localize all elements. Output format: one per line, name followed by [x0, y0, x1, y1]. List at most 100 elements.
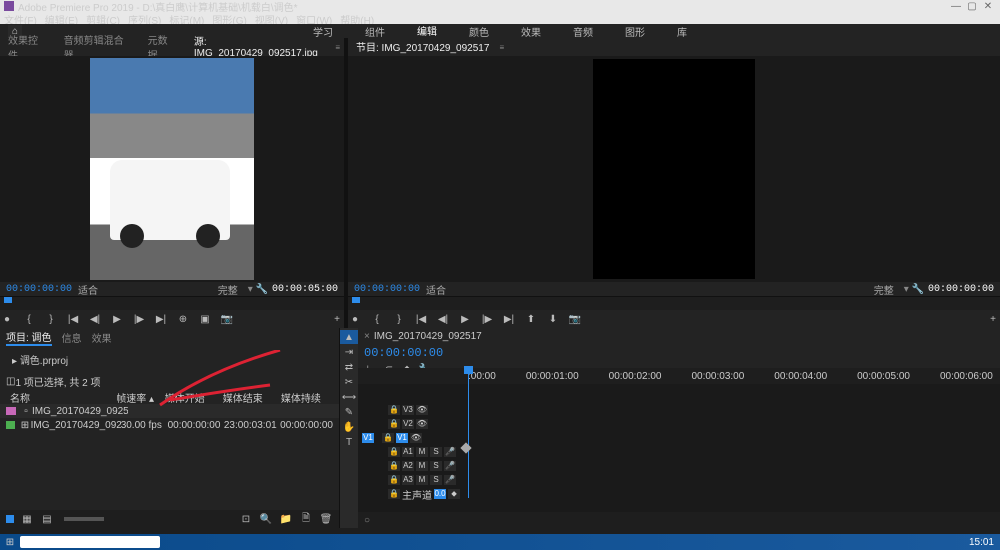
tab-effects[interactable]: 效果	[92, 330, 112, 345]
source-playhead[interactable]	[4, 297, 12, 303]
timeline-playhead[interactable]	[468, 368, 469, 498]
find-button[interactable]: 🔍	[259, 512, 273, 526]
icon-view-button[interactable]: ▦	[20, 512, 34, 526]
type-tool[interactable]: T	[340, 435, 358, 449]
mark-out-button[interactable]: }	[392, 312, 406, 326]
tab-project[interactable]: 项目: 调色	[6, 329, 52, 346]
tab-menu-icon[interactable]: ≡	[335, 43, 340, 52]
menu-clip[interactable]: 剪辑(C)	[86, 12, 120, 24]
freeform-view-button[interactable]: ▤	[40, 512, 54, 526]
pen-tool[interactable]: ✎	[340, 405, 358, 419]
tracks-area[interactable]: 🔒V3👁 🔒V2👁 V1🔒V1👁 🔒A1MS🎤 🔒A2MS🎤 🔒A3MS🎤 🔒主…	[358, 384, 1000, 512]
go-out-button[interactable]: ▶|	[502, 312, 516, 326]
minimize-button[interactable]: —	[948, 1, 964, 12]
tab-program[interactable]: 节目: IMG_20170429_092517	[352, 37, 493, 58]
overwrite-button[interactable]: ▣	[198, 312, 212, 326]
maximize-button[interactable]: ▢	[964, 1, 980, 12]
step-fwd-button[interactable]: |▶	[480, 312, 494, 326]
mark-in-button[interactable]: {	[370, 312, 384, 326]
timeline-seq-tab[interactable]: IMG_20170429_092517	[374, 331, 482, 342]
go-in-button[interactable]: |◀	[414, 312, 428, 326]
menu-window[interactable]: 窗口(W)	[296, 12, 332, 24]
track-v3[interactable]: 🔒V3👁	[362, 404, 1000, 416]
menu-file[interactable]: 文件(F)	[4, 12, 37, 24]
new-item-button[interactable]: 🗎	[299, 512, 313, 526]
ws-effects[interactable]: 效果	[519, 24, 543, 39]
source-fit-dropdown[interactable]: 适合	[78, 282, 98, 297]
source-monitor[interactable]	[0, 56, 344, 282]
label-color[interactable]	[6, 421, 15, 429]
new-bin-button[interactable]: 📁	[279, 512, 293, 526]
step-back-button[interactable]: ◀|	[88, 312, 102, 326]
tab-info[interactable]: 信息	[62, 330, 82, 345]
export-frame-button[interactable]: 📷	[220, 312, 234, 326]
menu-graphics[interactable]: 图形(G)	[212, 12, 246, 24]
timeline-ruler[interactable]: :00:00 00:00:01:00 00:00:02:00 00:00:03:…	[358, 368, 1000, 384]
source-ruler[interactable]	[0, 296, 344, 310]
program-fit-dropdown[interactable]: 适合	[426, 282, 446, 297]
step-back-button[interactable]: ◀|	[436, 312, 450, 326]
ripple-tool[interactable]: ⇄	[340, 360, 358, 374]
ws-audio[interactable]: 音频	[571, 24, 595, 39]
track-select-tool[interactable]: ⇥	[340, 345, 358, 359]
extract-button[interactable]: ⬇	[546, 312, 560, 326]
taskbar-clock[interactable]: 15:01	[969, 537, 994, 548]
add-marker-button[interactable]: ●	[348, 312, 362, 326]
zoom-slider[interactable]	[64, 517, 104, 521]
button-editor-icon[interactable]: +	[330, 312, 344, 326]
track-v2[interactable]: 🔒V2👁	[362, 418, 1000, 430]
filter-bin-icon[interactable]: ◫	[6, 376, 15, 387]
export-frame-button[interactable]: 📷	[568, 312, 582, 326]
ws-graphics[interactable]: 图形	[623, 24, 647, 39]
bin-row-image[interactable]: ▫ IMG_20170429_092517.jpg	[0, 404, 339, 418]
source-timecode[interactable]: 00:00:00:00	[6, 284, 72, 295]
program-ruler[interactable]	[348, 296, 1000, 310]
go-in-button[interactable]: |◀	[66, 312, 80, 326]
start-button[interactable]: ⊞	[0, 537, 20, 548]
label-color[interactable]	[6, 407, 16, 415]
step-fwd-button[interactable]: |▶	[132, 312, 146, 326]
menu-marker[interactable]: 标记(M)	[169, 12, 204, 24]
razor-tool[interactable]: ✂	[340, 375, 358, 389]
taskbar-search[interactable]	[20, 536, 160, 548]
play-button[interactable]: ▶	[110, 312, 124, 326]
track-master[interactable]: 🔒主声道0.0⬥	[362, 488, 1000, 500]
slip-tool[interactable]: ⟷	[340, 390, 358, 404]
hand-tool[interactable]: ✋	[340, 420, 358, 434]
track-v1[interactable]: V1🔒V1👁	[362, 432, 1000, 444]
menu-edit[interactable]: 编辑(E)	[45, 12, 78, 24]
source-full-dropdown[interactable]: 完整	[218, 282, 238, 297]
track-a1[interactable]: 🔒A1MS🎤	[362, 446, 1000, 458]
tab-menu-icon[interactable]: ≡	[499, 43, 504, 52]
add-marker-button[interactable]: ●	[0, 312, 14, 326]
col-end[interactable]: 媒体结束	[219, 390, 277, 404]
lift-button[interactable]: ⬆	[524, 312, 538, 326]
timeline-timecode[interactable]: 00:00:00:00	[364, 346, 1000, 360]
track-a3[interactable]: 🔒A3MS🎤	[362, 474, 1000, 486]
button-editor-icon[interactable]: +	[986, 312, 1000, 326]
col-name[interactable]: 名称	[6, 390, 112, 404]
menu-sequence[interactable]: 序列(S)	[128, 12, 161, 24]
play-button[interactable]: ▶	[458, 312, 472, 326]
program-full-dropdown[interactable]: 完整	[874, 282, 894, 297]
program-timecode[interactable]: 00:00:00:00	[354, 284, 420, 295]
menu-view[interactable]: 视图(V)	[255, 12, 288, 24]
list-view-button[interactable]	[6, 515, 14, 523]
insert-button[interactable]: ⊕	[176, 312, 190, 326]
program-playhead[interactable]	[352, 297, 360, 303]
delete-button[interactable]: 🗑	[319, 512, 333, 526]
menu-help[interactable]: 帮助(H)	[340, 12, 374, 24]
ws-library[interactable]: 库	[675, 24, 689, 39]
col-start[interactable]: 媒体开始	[161, 390, 219, 404]
mark-in-button[interactable]: {	[22, 312, 36, 326]
go-out-button[interactable]: ▶|	[154, 312, 168, 326]
track-a2[interactable]: 🔒A2MS🎤	[362, 460, 1000, 472]
mark-out-button[interactable]: }	[44, 312, 58, 326]
bin-row-sequence[interactable]: ⊞ IMG_20170429_092517 30.00 fps 00:00:00…	[0, 418, 339, 432]
col-rate[interactable]: 帧速率 ▴	[112, 390, 160, 404]
col-dur[interactable]: 媒体持续时	[277, 390, 333, 404]
auto-seq-button[interactable]: ⊡	[239, 512, 253, 526]
close-button[interactable]: ✕	[980, 1, 996, 12]
program-monitor[interactable]	[348, 56, 1000, 282]
selection-tool[interactable]: ▲	[340, 330, 358, 344]
